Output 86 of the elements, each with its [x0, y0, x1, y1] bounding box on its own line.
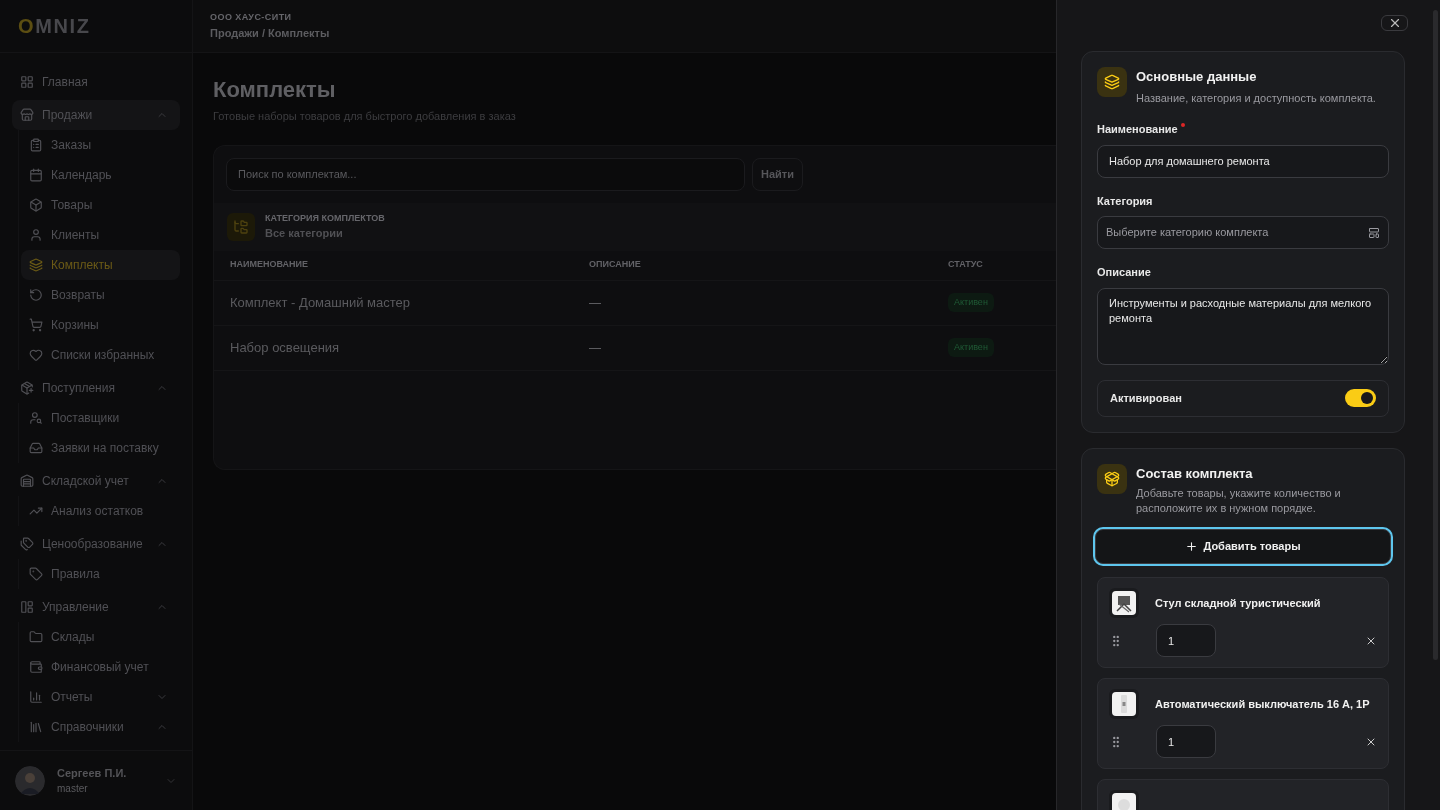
field-label: Наименование [1097, 122, 1178, 137]
nav-icon [29, 168, 43, 182]
category-label: КАТЕГОРИЯ КОМПЛЕКТОВ [265, 211, 385, 225]
column-header: НАИМЕНОВАНИЕ [230, 258, 309, 272]
sidebar-item[interactable]: Отчеты [21, 682, 180, 712]
toggle-label: Активирован [1110, 390, 1182, 406]
nav-icon [20, 108, 34, 122]
sidebar-item[interactable]: Справочники [21, 712, 180, 742]
field-label: Категория [1097, 193, 1154, 209]
nav-icon [20, 381, 34, 395]
nav-icon [29, 567, 43, 581]
status-badge: Активен [948, 337, 994, 358]
layers-icon [1097, 67, 1127, 97]
sidebar-item[interactable]: Корзины [21, 310, 180, 340]
package-icon [1097, 463, 1127, 494]
field-label: Описание [1097, 265, 1152, 280]
item-name: Автоматический выключатель 16 А, 1Р [1155, 696, 1370, 712]
sidebar-item[interactable]: Заказы [21, 130, 180, 160]
nav-icon [29, 660, 43, 674]
column-header: СТАТУС [948, 258, 983, 272]
nav-icon [29, 318, 43, 332]
table-cell-text: — [589, 339, 602, 357]
sidebar-item[interactable]: Анализ остатков [21, 496, 180, 526]
sidebar-item[interactable]: Поставщики [21, 403, 180, 433]
sidebar-item[interactable]: Возвраты [21, 280, 180, 310]
nav-icon [29, 411, 43, 425]
input-field[interactable]: Набор для домашнего ремонта [1097, 144, 1389, 178]
plus-icon [1185, 540, 1199, 553]
search-field[interactable]: Поиск по комплектам... [226, 157, 745, 191]
column-header: ОПИСАНИЕ [589, 258, 642, 272]
sidebar-item[interactable]: Складской учет [12, 466, 180, 496]
sidebar-item[interactable]: Управление [12, 592, 180, 622]
sidebar-item[interactable]: Продажи [12, 100, 180, 130]
section-title: Состав комплекта [1136, 464, 1254, 483]
category-icon [227, 212, 255, 241]
nav-icon [29, 441, 43, 455]
sidebar-item[interactable]: Поступления [12, 373, 180, 403]
user-name: Сергеев П.И. [57, 765, 127, 781]
sidebar-item[interactable]: Заявки на поставку [21, 433, 180, 463]
sidebar-item[interactable]: Правила [21, 559, 180, 589]
textarea-field[interactable]: Инструменты и расходные материалы для мелкого ремонта [1097, 287, 1389, 365]
nav-icon [20, 537, 34, 551]
section-title: Основные данные [1136, 68, 1258, 86]
quantity-field[interactable]: 1 [1156, 624, 1216, 657]
nav-icon [29, 228, 43, 242]
sidebar-item[interactable]: Календарь [21, 160, 180, 190]
nav-icon [29, 690, 43, 704]
toggle-switch[interactable] [1345, 389, 1376, 407]
sidebar-item[interactable]: Главная [12, 67, 180, 97]
sidebar-item[interactable]: Ценообразование [12, 529, 180, 559]
item-name: Стул складной туристический [1155, 595, 1321, 611]
nav-icon [20, 474, 34, 488]
nav-icon [29, 258, 43, 272]
table-cell-text: Комплект - Домашний мастер [230, 293, 411, 312]
category-value: Все категории [265, 226, 344, 241]
sidebar-item[interactable]: Финансовый учет [21, 652, 180, 682]
table-cell-text: — [589, 294, 602, 312]
user-role: master [57, 782, 89, 797]
status-badge: Активен [948, 292, 994, 313]
select-field[interactable]: Выберите категорию комплекта [1097, 216, 1389, 249]
sidebar-item[interactable]: Товары [21, 190, 180, 220]
search-button[interactable]: Найти [752, 157, 803, 191]
section-subtitle: Добавьте товары, укажите количество и расположите их в нужном порядке. [1136, 486, 1342, 516]
page-title: Комплекты [213, 76, 337, 104]
nav-icon [29, 348, 43, 362]
add-button[interactable]: Добавить товары [1095, 529, 1391, 564]
nav-icon [29, 720, 43, 734]
section-subtitle: Название, категория и доступность комплекта. [1136, 90, 1376, 106]
quantity-field[interactable]: 1 [1156, 725, 1216, 758]
sidebar-item[interactable]: Клиенты [21, 220, 180, 250]
nav-icon [29, 198, 43, 212]
nav-icon [20, 75, 34, 89]
avatar [15, 765, 45, 796]
breadcrumb: Продажи / Комплекты [210, 25, 331, 41]
table-cell-text: Набор освещения [230, 338, 341, 357]
company-name: ООО ХАУС-СИТИ [210, 11, 293, 24]
nav-icon [20, 600, 34, 614]
sidebar-item[interactable]: Списки избранных [21, 340, 180, 370]
logo: OMNIZ [0, 0, 192, 53]
nav-icon [29, 288, 43, 302]
sidebar-item[interactable]: Комплекты [21, 250, 180, 280]
sidebar-item[interactable]: Склады [21, 622, 180, 652]
nav-icon [29, 138, 43, 152]
layout-icon [1368, 226, 1380, 239]
close-button[interactable] [1381, 15, 1408, 31]
nav-icon [29, 630, 43, 644]
